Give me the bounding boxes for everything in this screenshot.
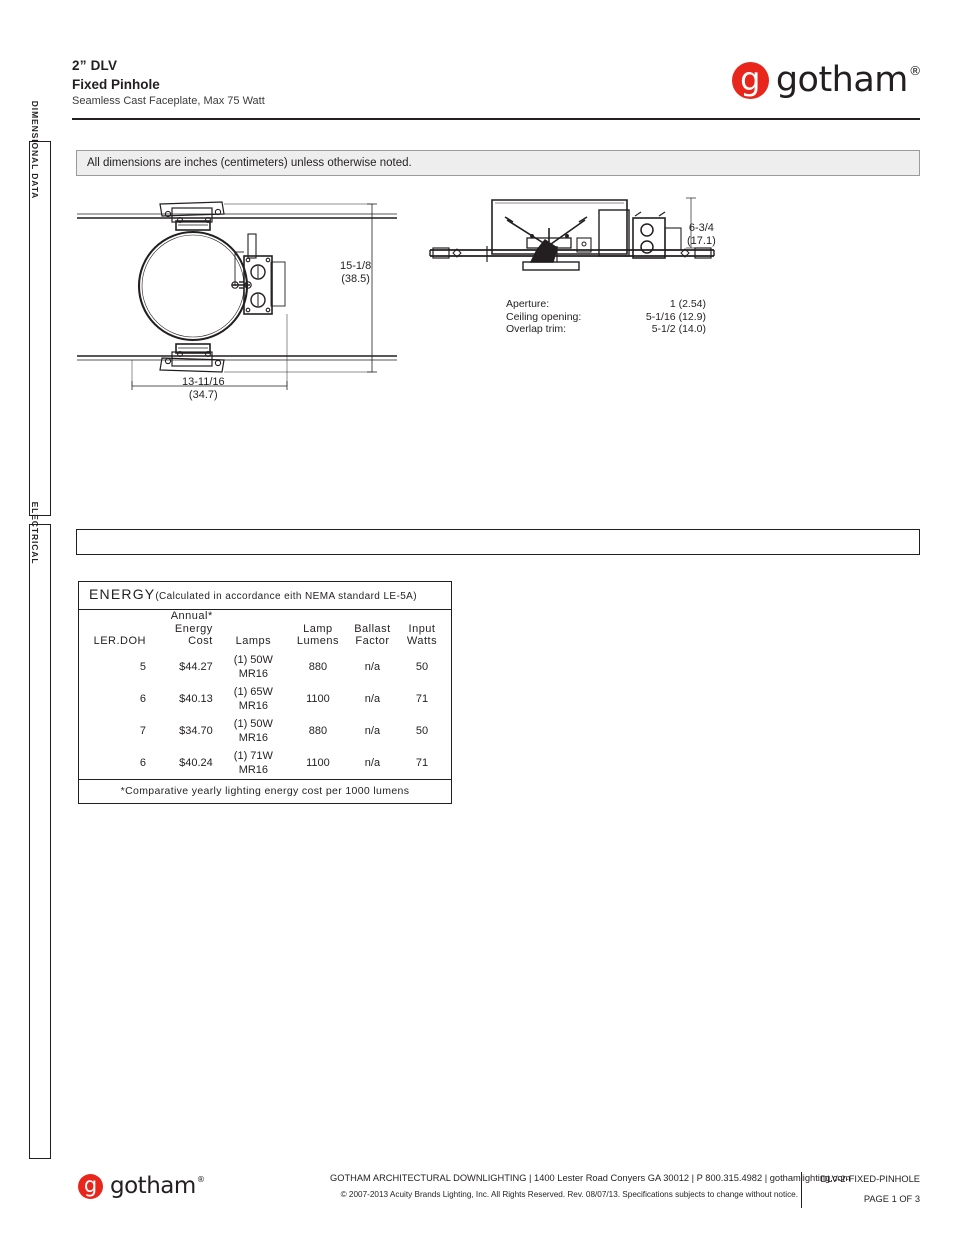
plan-height-dimension: 15-1/8 (38.5): [340, 260, 371, 286]
cell-ler: 6: [139, 692, 146, 705]
col-header-ballast-line1: Ballast: [354, 622, 391, 635]
gotham-g-letter: g: [83, 1172, 98, 1197]
energy-table-panel: ENERGY(Calculated in accordance eith NEM…: [78, 581, 452, 804]
col-header-lamps: Lamps: [235, 635, 272, 647]
col-header-annual-energy-cost: Annual* Energy Cost: [154, 610, 217, 651]
section-depth-cm: (17.1): [687, 235, 716, 247]
spec-label-ceiling-opening: Ceiling opening:: [506, 310, 582, 323]
spec-sheet-page: 2” DLV Fixed Pinhole Seamless Cast Facep…: [0, 0, 954, 1235]
side-tab-dimensional-label: DIMENSIONAL DATA: [30, 100, 40, 200]
table-row: 5 $44.27 (1) 50W MR16 880 n/a 50: [79, 651, 451, 683]
cell-ler: 7: [139, 724, 146, 737]
col-header-cost-line3: Cost: [188, 635, 213, 647]
side-tab-dimensional-data: DIMENSIONAL DATA: [29, 101, 51, 516]
registered-trademark-icon: ®: [196, 1174, 205, 1185]
cell-lamps: (1) 50W MR16: [233, 653, 273, 680]
document-footer: GOTHAM ARCHITECTURAL DOWNLIGHTING | 1400…: [330, 1172, 920, 1208]
gotham-wordmark-text: gotham: [775, 60, 909, 100]
spec-label-overlap-trim: Overlap trim:: [506, 323, 567, 335]
spec-value-aperture: 1 (2.54): [669, 298, 706, 310]
gotham-logo-footer: g gotham®: [78, 1173, 205, 1199]
col-header-lumens-line1: Lamp: [303, 622, 333, 635]
cell-ler: 6: [139, 756, 146, 769]
cell-ballast: n/a: [364, 692, 381, 705]
footer-document-info: DLV-2-FIXED-PINHOLE PAGE 1 OF 3: [810, 1172, 920, 1206]
dimensions-note-bar: All dimensions are inches (centimeters) …: [76, 150, 920, 176]
gotham-g-mark-icon: g: [731, 59, 769, 99]
cell-cost: $34.70: [179, 724, 213, 737]
col-header-ler: LER.DOH: [93, 635, 146, 647]
gotham-logo-header: g gotham®: [731, 59, 922, 100]
table-row: 6 $40.24 (1) 71W MR16 1100 n/a 71: [79, 747, 451, 779]
energy-title-note: (Calculated in accordance eith NEMA stan…: [155, 591, 417, 602]
cell-lamps: (1) 71W MR16: [233, 749, 273, 776]
side-tab-electrical-label: ELECTRICAL: [30, 501, 40, 565]
energy-table-title: ENERGY(Calculated in accordance eith NEM…: [79, 582, 451, 610]
cell-watts: 71: [415, 756, 429, 769]
cell-lumens: 880: [308, 660, 328, 673]
cell-ballast: n/a: [364, 756, 381, 769]
section-view-drawing: [429, 197, 715, 271]
col-header-cost-line1: Annual*: [170, 610, 213, 622]
col-header-ballast-factor: Ballast Factor: [346, 610, 399, 651]
electrical-section-bar: [76, 529, 920, 555]
cell-watts: 50: [415, 724, 429, 737]
cell-lumens: 880: [308, 724, 328, 737]
footer-divider: [801, 1172, 802, 1208]
spec-row: Overlap trim: 5-1/2 (14.0): [506, 323, 706, 336]
table-row: 7 $34.70 (1) 50W MR16 880 n/a 50: [79, 715, 451, 747]
spec-row: Ceiling opening: 5-1/16 (12.9): [506, 311, 706, 324]
cell-lumens: 1100: [306, 756, 330, 769]
spec-value-overlap-trim: 5-1/2 (14.0): [651, 323, 706, 335]
footer-page-number: PAGE 1 OF 3: [863, 1194, 920, 1204]
section-depth-dimension: 6-3/4 (17.1): [687, 222, 716, 248]
cell-lamps: (1) 65W MR16: [233, 685, 273, 712]
energy-table: LER.DOH Annual* Energy Cost Lamps Lamp L…: [79, 610, 451, 779]
col-header-lamp-lumens: Lamp Lumens: [290, 610, 346, 651]
dimensions-note-text: All dimensions are inches (centimeters) …: [87, 157, 412, 169]
cell-lamps: (1) 50W MR16: [233, 717, 273, 744]
footer-doc-code: DLV-2-FIXED-PINHOLE: [820, 1174, 920, 1184]
cell-ballast: n/a: [364, 724, 381, 737]
col-header-cost-line2: Energy: [174, 622, 213, 635]
plan-height-inches: 15-1/8: [340, 260, 372, 272]
cell-cost: $40.24: [179, 756, 213, 769]
registered-trademark-icon: ®: [908, 63, 922, 79]
dimensional-drawings: 15-1/8 (38.5) 13-11/16 (34.7) 6-3/4 (17.…: [72, 190, 920, 415]
gotham-wordmark-text: gotham: [110, 1173, 196, 1199]
cell-watts: 50: [415, 660, 429, 673]
col-header-lumens-line2: Lumens: [296, 635, 339, 647]
gotham-g-letter: g: [740, 59, 761, 98]
plan-view-drawing: [77, 201, 397, 390]
cell-watts: 71: [415, 692, 429, 705]
table-header-row: LER.DOH Annual* Energy Cost Lamps Lamp L…: [79, 610, 451, 651]
cell-cost: $44.27: [179, 660, 213, 673]
cell-ler: 5: [139, 660, 146, 673]
plan-width-inches: 13-11/16: [182, 376, 225, 388]
aperture-spec-block: Aperture: 1 (2.54) Ceiling opening: 5-1/…: [506, 298, 706, 336]
col-header-watts-line2: Watts: [406, 635, 438, 647]
gotham-wordmark: gotham®: [775, 60, 922, 100]
cell-ballast: n/a: [364, 660, 381, 673]
plan-width-cm: (34.7): [188, 389, 218, 401]
side-tab-electrical: ELECTRICAL: [29, 502, 51, 1159]
spec-row: Aperture: 1 (2.54): [506, 298, 706, 311]
gotham-g-mark-icon: g: [78, 1174, 103, 1199]
header-divider: [72, 118, 920, 120]
spec-label-aperture: Aperture:: [506, 298, 550, 310]
energy-table-footnote: *Comparative yearly lighting energy cost…: [79, 778, 451, 803]
section-depth-inches: 6-3/4: [688, 222, 714, 234]
plan-width-dimension: 13-11/16 (34.7): [182, 376, 225, 402]
energy-title-word: ENERGY: [89, 586, 156, 602]
table-row: 6 $40.13 (1) 65W MR16 1100 n/a 71: [79, 683, 451, 715]
col-header-ballast-line2: Factor: [355, 635, 390, 647]
spec-value-ceiling-opening: 5-1/16 (12.9): [645, 310, 706, 323]
col-header-watts-line1: Input: [408, 622, 436, 635]
plan-height-cm: (38.5): [341, 273, 370, 285]
gotham-wordmark: gotham®: [110, 1173, 205, 1199]
col-header-input-watts: Input Watts: [399, 610, 451, 651]
cell-cost: $40.13: [179, 692, 213, 705]
cell-lumens: 1100: [306, 692, 330, 705]
